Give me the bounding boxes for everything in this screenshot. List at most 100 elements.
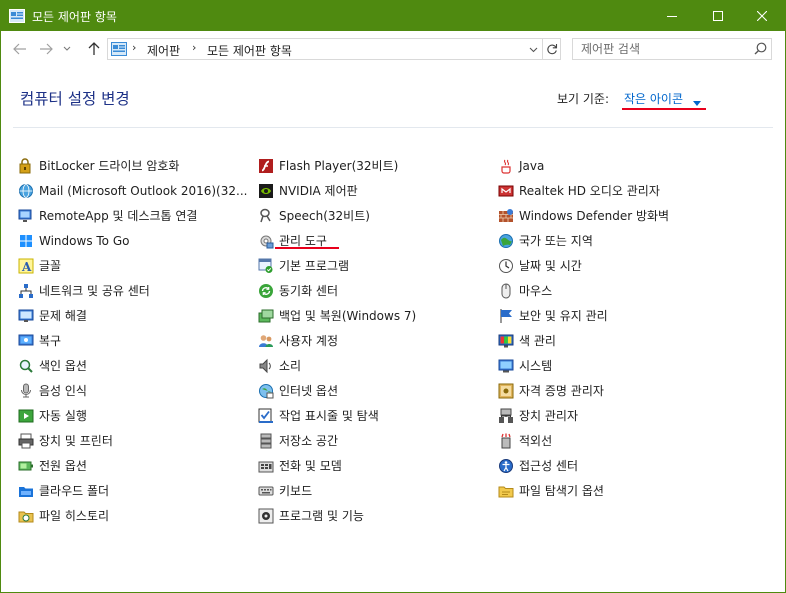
control-panel-item[interactable]: 접근성 센터: [498, 453, 669, 478]
mail-icon: [18, 183, 34, 199]
control-panel-item-label: 시스템: [519, 359, 553, 373]
recent-locations-chevron-icon[interactable]: [61, 41, 73, 57]
control-panel-item-label: 전원 옵션: [39, 459, 87, 473]
control-panel-item[interactable]: 복구: [18, 328, 247, 353]
control-panel-item-label: Windows To Go: [39, 233, 130, 248]
highlight-underline: [275, 247, 339, 249]
network-icon: [18, 283, 34, 299]
control-panel-item[interactable]: 키보드: [258, 478, 416, 503]
sync-icon: [258, 283, 274, 299]
caret-down-icon[interactable]: [693, 95, 701, 109]
control-panel-item-label: 복구: [39, 334, 62, 348]
address-bar[interactable]: › 제어판 › 모든 제어판 항목: [107, 38, 561, 60]
admin-tools-icon: [258, 233, 274, 249]
control-panel-item[interactable]: 적외선: [498, 428, 669, 453]
back-arrow-icon[interactable]: [11, 41, 29, 57]
control-panel-item[interactable]: 시스템: [498, 353, 669, 378]
forward-arrow-icon[interactable]: [37, 41, 55, 57]
control-panel-item[interactable]: 전화 및 모뎀: [258, 453, 416, 478]
control-panel-item[interactable]: A 글꼴: [18, 253, 247, 278]
items-column-3: Java Realtek HD 오디오 관리자 Windows Defender 방…: [498, 153, 669, 503]
minimize-button[interactable]: [649, 1, 695, 31]
control-panel-item[interactable]: 마우스: [498, 278, 669, 303]
search-box[interactable]: [572, 38, 772, 60]
up-arrow-icon[interactable]: [85, 41, 103, 57]
control-panel-item-label: 색인 옵션: [39, 359, 87, 373]
breadcrumb-all-items[interactable]: 모든 제어판 항목: [207, 42, 292, 59]
control-panel-item[interactable]: 사용자 계정: [258, 328, 416, 353]
control-panel-item[interactable]: NVIDIA 제어판: [258, 178, 416, 203]
control-panel-item[interactable]: 소리: [258, 353, 416, 378]
control-panel-item-label: BitLocker 드라이브 암호화: [39, 159, 180, 173]
control-panel-item[interactable]: Mail (Microsoft Outlook 2016)(32...: [18, 178, 247, 203]
file-history-icon: [18, 508, 34, 524]
control-panel-item[interactable]: Realtek HD 오디오 관리자: [498, 178, 669, 203]
control-panel-item[interactable]: 저장소 공간: [258, 428, 416, 453]
control-panel-item[interactable]: Flash Player(32비트): [258, 153, 416, 178]
firewall-icon: [498, 208, 514, 224]
control-panel-item[interactable]: 음성 인식: [18, 378, 247, 403]
control-panel-item-label: Flash Player(32비트): [279, 159, 399, 173]
control-panel-item[interactable]: 전원 옵션: [18, 453, 247, 478]
control-panel-item[interactable]: 색인 옵션: [18, 353, 247, 378]
bitlocker-icon: [18, 157, 34, 174]
device-manager-icon: [498, 408, 514, 424]
title-bar[interactable]: 모든 제어판 항목: [1, 1, 785, 31]
control-panel-item[interactable]: BitLocker 드라이브 암호화: [18, 153, 247, 178]
maximize-button[interactable]: [695, 1, 741, 31]
control-panel-item[interactable]: 장치 관리자: [498, 403, 669, 428]
control-panel-item-label: 자동 실행: [39, 409, 87, 423]
control-panel-item[interactable]: 클라우드 폴더: [18, 478, 247, 503]
breadcrumb-control-panel[interactable]: 제어판: [147, 42, 180, 59]
cloud-folder-icon: [18, 483, 34, 499]
credential-manager-icon: [498, 383, 514, 399]
control-panel-item[interactable]: 색 관리: [498, 328, 669, 353]
view-by-label: 보기 기준:: [557, 92, 610, 106]
system-icon: [498, 358, 514, 374]
control-panel-item[interactable]: 백업 및 복원(Windows 7): [258, 303, 416, 328]
programs-features-icon: [258, 508, 274, 524]
java-icon: [498, 158, 514, 174]
control-panel-item[interactable]: 관리 도구: [258, 228, 416, 253]
control-panel-item[interactable]: Windows To Go: [18, 228, 247, 253]
control-panel-item[interactable]: 인터넷 옵션: [258, 378, 416, 403]
control-panel-item[interactable]: 날짜 및 시간: [498, 253, 669, 278]
close-button[interactable]: [739, 1, 785, 31]
control-panel-item[interactable]: Speech(32비트): [258, 203, 416, 228]
control-panel-item[interactable]: 국가 또는 지역: [498, 228, 669, 253]
control-panel-item[interactable]: 작업 표시줄 및 탐색: [258, 403, 416, 428]
troubleshooting-icon: [18, 308, 34, 324]
control-panel-item[interactable]: 프로그램 및 기능: [258, 503, 416, 528]
control-panel-item[interactable]: 파일 탐색기 옵션: [498, 478, 669, 503]
control-panel-item[interactable]: RemoteApp 및 데스크톱 연결: [18, 203, 247, 228]
control-panel-item[interactable]: 자격 증명 관리자: [498, 378, 669, 403]
search-icon[interactable]: [754, 42, 767, 58]
backup-icon: [258, 308, 274, 324]
sound-icon: [258, 358, 274, 374]
control-panel-item-label: 네트워크 및 공유 센터: [39, 284, 150, 298]
control-panel-item[interactable]: 보안 및 유지 관리: [498, 303, 669, 328]
control-panel-item-label: Java: [519, 158, 545, 173]
control-panel-item[interactable]: 동기화 센터: [258, 278, 416, 303]
security-maintenance-icon: [498, 308, 514, 324]
control-panel-item-label: 문제 해결: [39, 309, 87, 323]
control-panel-item[interactable]: 자동 실행: [18, 403, 247, 428]
control-panel-item[interactable]: Java: [498, 153, 669, 178]
file-explorer-options-icon: [498, 483, 514, 499]
refresh-icon[interactable]: [542, 39, 560, 59]
address-dropdown-chevron-icon[interactable]: [526, 43, 540, 57]
infrared-icon: [498, 433, 514, 449]
control-panel-item[interactable]: 문제 해결: [18, 303, 247, 328]
mouse-icon: [498, 283, 514, 299]
control-panel-item[interactable]: 장치 및 프린터: [18, 428, 247, 453]
control-panel-item[interactable]: Windows Defender 방화벽: [498, 203, 669, 228]
control-panel-item-label: Speech(32비트): [279, 209, 370, 223]
control-panel-item[interactable]: 네트워크 및 공유 센터: [18, 278, 247, 303]
devices-printers-icon: [18, 433, 34, 449]
control-panel-item[interactable]: 파일 히스토리: [18, 503, 247, 528]
windows-to-go-icon: [18, 233, 34, 249]
indexing-icon: [18, 358, 34, 374]
control-panel-item[interactable]: 기본 프로그램: [258, 253, 416, 278]
view-by-dropdown[interactable]: 작은 아이콘: [624, 90, 683, 107]
search-input[interactable]: [573, 39, 751, 59]
